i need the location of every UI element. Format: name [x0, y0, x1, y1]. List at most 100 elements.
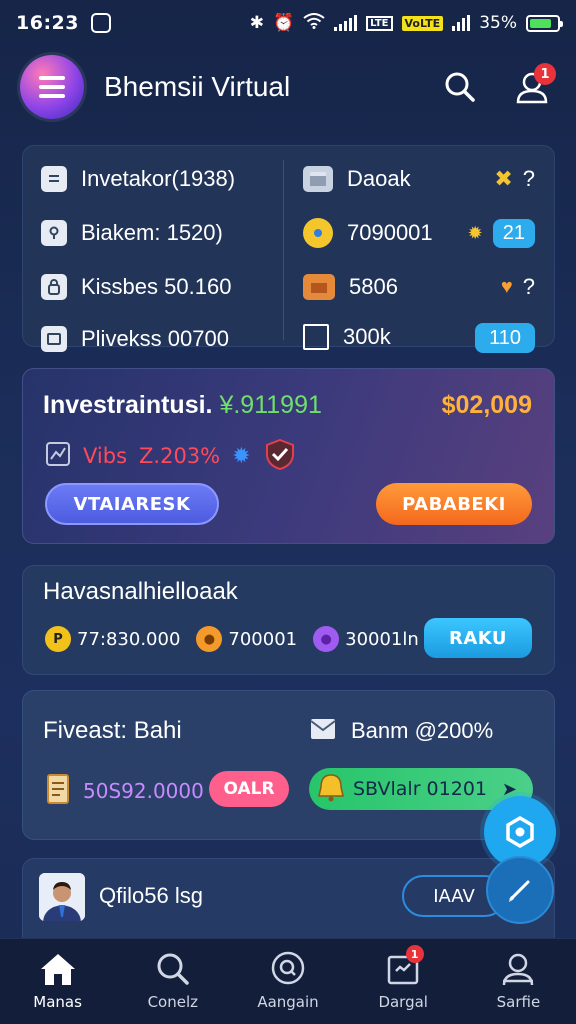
summary-badge-2[interactable]: 110 [475, 323, 535, 353]
receipt-icon [45, 773, 71, 809]
coin-value-3: 30001ln [345, 628, 419, 650]
folder-icon [303, 324, 329, 350]
search-button[interactable] [438, 65, 482, 109]
battery-icon [526, 14, 563, 32]
profile-button[interactable]: 1 [510, 63, 556, 109]
summary-row-4-label: Plivekss 00700 [81, 326, 229, 351]
profile-card: Qfilo56 lsg IAAV [22, 858, 555, 940]
bottom-nav: Manas Conelz Aangain 1 Dargal Sarfie [0, 938, 576, 1024]
holdings-title: Havasnalhielloaak [43, 578, 238, 605]
search-icon [157, 953, 189, 985]
summary-right-row-3-label: 5806 [349, 274, 398, 299]
summary-row-2-label: Biakem: 1520) [81, 220, 223, 245]
summary-row-3[interactable]: Kissbes 50.160 [41, 274, 231, 300]
search-icon [445, 72, 475, 102]
summary-row-1-label: Invetakor(1938) [81, 166, 236, 191]
coin-icon-purple: ● [313, 626, 340, 652]
coin-icon-orange: ● [196, 626, 223, 652]
coin-value-2: 700001 [228, 628, 298, 650]
forecast-amount: 50S92.0000 [83, 779, 204, 803]
coin-icon-p: P [45, 626, 71, 652]
nav-item-home[interactable]: Manas [0, 939, 115, 1024]
bell-icon [317, 772, 345, 807]
summary-right-row-2[interactable]: 7090001 ✹ 21 [303, 218, 535, 248]
forecast-pink-button[interactable]: OALR [209, 771, 289, 807]
status-time: 16:23 [16, 12, 79, 34]
summary-card: Invetakor(1938) Biakem: 1520) Kissbes 50… [22, 145, 555, 353]
edit-fab[interactable] [486, 856, 554, 924]
investment-card: Investraintusi. ¥.911991 $02,009 Vibs Z.… [22, 368, 555, 544]
signal-icon-2 [452, 15, 471, 31]
app-title: Bhemsii Virtual [104, 71, 291, 102]
summary-badge-1[interactable]: 21 [492, 218, 535, 248]
avatar[interactable] [39, 873, 85, 921]
app-logo[interactable] [20, 55, 84, 119]
holdings-button[interactable]: RAKU [424, 618, 532, 658]
pencil-icon [509, 880, 530, 902]
home-icon [40, 954, 75, 985]
summary-row-3-label: Kissbes 50.160 [81, 274, 232, 299]
forecast-right-label-text: Banm @200% [351, 718, 494, 743]
lock-icon [303, 218, 333, 248]
nav-item-profile[interactable]: Sarfie [461, 939, 576, 1024]
investment-secondary-button[interactable]: PABABEKI [376, 483, 532, 525]
help-icon[interactable]: ? [523, 274, 535, 300]
investment-title: Investraintusi. ¥.911991 [43, 391, 322, 420]
nav-badge: 1 [405, 945, 424, 963]
nav-label-profile: Sarfie [496, 993, 541, 1011]
forecast-green-button-label: SBVlalr 01201 [353, 778, 488, 800]
signal-icon [334, 15, 358, 31]
nav-item-explore[interactable]: Aangain [230, 939, 345, 1024]
lte-indicator: LTE [366, 15, 393, 31]
summary-right-row-3[interactable]: 5806 ♥ ? [303, 274, 535, 300]
gear-icon: ✹ [467, 222, 483, 243]
summary-right-row-4[interactable]: 300k 110 [303, 323, 535, 353]
summary-row-1[interactable]: Invetakor(1938) [41, 166, 235, 192]
alarm-icon: ⏰ [272, 13, 295, 33]
menu-icon [39, 76, 65, 98]
forecast-right-label: Banm @200% [309, 715, 493, 747]
nav-label-search: Conelz [147, 993, 199, 1011]
investment-amount: $02,009 [441, 391, 532, 419]
battery-text: 35% [479, 13, 517, 33]
mail-icon [309, 715, 337, 747]
notification-badge: 1 [534, 63, 556, 85]
briefcase-icon [303, 274, 335, 300]
holdings-coins: P 77:830.000 ● 700001 ● 30001ln [45, 626, 419, 652]
document-icon [41, 166, 67, 192]
app-notification-icon [90, 13, 111, 33]
chart-icon [45, 441, 71, 471]
search-circle-icon [271, 951, 305, 985]
box-icon [303, 166, 333, 192]
summary-row-4[interactable]: Plivekss 00700 [41, 326, 229, 352]
help-icon[interactable]: ? [523, 166, 535, 192]
lock-icon [41, 274, 67, 300]
nav-label-home: Manas [33, 993, 82, 1011]
forecast-card: Fiveast: Bahi Banm @200% 50S92.0000 OALR… [22, 690, 555, 840]
wifi-icon [303, 12, 325, 34]
summary-right-row-1[interactable]: Daoak ✖ ? [303, 166, 535, 192]
nav-label-explore: Aangain [257, 993, 319, 1011]
holdings-card: Havasnalhielloaak P 77:830.000 ● 700001 … [22, 565, 555, 675]
forecast-title: Fiveast: Bahi [43, 717, 182, 744]
star-icon: ✖ [494, 166, 513, 191]
nav-label-inbox: Dargal [378, 993, 428, 1011]
investment-primary-button[interactable]: VTAIARESK [45, 483, 219, 525]
investment-title-text: Investraintusi. [43, 391, 213, 419]
nav-item-search[interactable]: Conelz [115, 939, 230, 1024]
nav-item-inbox[interactable]: 1 Dargal [346, 939, 461, 1024]
forecast-amount-row: 50S92.0000 [45, 773, 204, 809]
shield-check-icon [263, 437, 297, 475]
profile-name: Qfilo56 lsg [99, 883, 203, 908]
profile-icon [503, 953, 534, 986]
summary-row-2[interactable]: Biakem: 1520) [41, 220, 223, 246]
summary-right-row-1-label: Daoak [347, 166, 411, 191]
coin-value-1: 77:830.000 [77, 628, 181, 650]
summary-divider [283, 160, 284, 340]
summary-right-row-2-label: 7090001 [347, 220, 433, 245]
status-bar: 16:23 ✱ ⏰ LTE VoLTE 35% [0, 0, 576, 46]
investment-stat-label: Vibs [83, 444, 128, 468]
heart-icon: ♥ [500, 275, 513, 298]
volte-indicator: VoLTE [401, 15, 444, 31]
hexagon-gear-icon [506, 815, 534, 849]
